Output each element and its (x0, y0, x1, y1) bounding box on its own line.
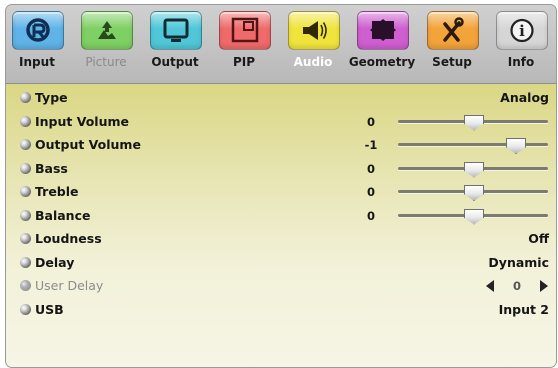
setting-value: 0 (366, 185, 375, 199)
setting-value[interactable]: Dynamic (488, 255, 549, 270)
bullet-icon (20, 92, 31, 103)
bullet-icon (20, 139, 31, 150)
bullet-icon (20, 162, 31, 174)
menu-row-bass[interactable]: Bass 0 (6, 158, 556, 180)
setting-label: Bass (35, 160, 68, 176)
arrow-right-icon (540, 280, 548, 292)
bullet-icon (20, 233, 31, 244)
menu-row-balance[interactable]: Balance 0 (6, 205, 556, 227)
svg-text:i: i (519, 22, 525, 40)
tab-output[interactable]: Output (150, 5, 202, 83)
output-monitor-icon (150, 11, 202, 50)
setting-value[interactable]: Input 2 (499, 302, 549, 317)
slider-knob[interactable] (464, 161, 484, 178)
setting-value: 0 (366, 161, 375, 176)
setting-value[interactable]: Off (528, 231, 549, 246)
tab-label: Picture (85, 55, 127, 69)
info-icon: i (496, 11, 548, 50)
tab-label: Input (19, 55, 55, 69)
tab-label: Audio (293, 55, 333, 69)
tab-setup[interactable]: Setup (427, 5, 479, 83)
bullet-icon (20, 115, 31, 127)
setting-value: 0 (512, 279, 521, 293)
setting-label: Input Volume (35, 113, 129, 129)
bullet-icon (20, 280, 31, 291)
arrow-left-icon (486, 280, 494, 292)
setting-label: Loudness (35, 231, 102, 246)
setting-label: Output Volume (35, 137, 141, 152)
menu-row-user-delay: User Delay 0 (6, 275, 556, 297)
tab-label: Geometry (348, 55, 416, 69)
bullet-icon (20, 303, 31, 315)
menu-row-loudness[interactable]: Loudness Off (6, 228, 556, 250)
menu-row-usb[interactable]: USB Input 2 (6, 299, 556, 321)
picture-icon (81, 11, 133, 50)
setting-value: 0 (366, 208, 375, 223)
output-volume-slider[interactable] (398, 138, 548, 154)
tab-pip[interactable]: PIP (219, 5, 271, 83)
setting-label: Delay (35, 254, 75, 270)
tab-label: Setup (432, 55, 472, 69)
menu-row-type[interactable]: Type Analog (6, 87, 556, 109)
bullet-icon (20, 186, 31, 197)
tab-label: Info (507, 55, 535, 69)
user-delay-spinner: 0 (486, 279, 548, 293)
tab-picture[interactable]: Picture (81, 5, 133, 83)
bass-slider[interactable] (398, 161, 548, 178)
treble-slider[interactable] (398, 185, 548, 201)
slider-knob[interactable] (464, 208, 484, 225)
setting-label: Type (35, 90, 68, 105)
menu-row-delay[interactable]: Delay Dynamic (6, 252, 556, 274)
tab-label: PIP (232, 55, 256, 69)
balance-slider[interactable] (398, 208, 548, 225)
menu-row-input-volume[interactable]: Input Volume 0 (6, 111, 556, 133)
input-volume-slider[interactable] (398, 114, 548, 131)
menu-tab-bar: Input Picture Output PIP Audio Geometry Setup i… (6, 5, 556, 84)
slider-knob[interactable] (464, 185, 484, 201)
bullet-icon (20, 256, 31, 268)
tools-icon (427, 11, 479, 50)
slider-knob[interactable] (464, 114, 484, 131)
osd-menu-window: Input Picture Output PIP Audio Geometry Setup i… (5, 4, 557, 368)
tab-input[interactable]: Input (12, 5, 64, 83)
menu-row-output-volume[interactable]: Output Volume -1 (6, 134, 556, 156)
slider-knob[interactable] (506, 138, 526, 154)
tab-geometry[interactable]: Geometry (349, 5, 415, 83)
pip-icon (219, 11, 271, 50)
geometry-icon (357, 11, 409, 50)
bullet-icon (20, 209, 31, 221)
setting-value: -1 (364, 138, 378, 152)
tab-audio[interactable]: Audio (288, 5, 340, 83)
setting-label: Treble (35, 184, 79, 199)
setting-label: Balance (35, 207, 91, 223)
setting-label: USB (35, 301, 64, 317)
menu-row-treble[interactable]: Treble 0 (6, 181, 556, 203)
speaker-icon (288, 11, 340, 50)
setting-value: 0 (366, 114, 375, 129)
setting-value[interactable]: Analog (500, 90, 549, 105)
tab-label: Output (151, 55, 199, 69)
tab-info[interactable]: i Info (496, 5, 548, 83)
input-r-icon (12, 11, 64, 50)
setting-label: User Delay (35, 278, 104, 293)
